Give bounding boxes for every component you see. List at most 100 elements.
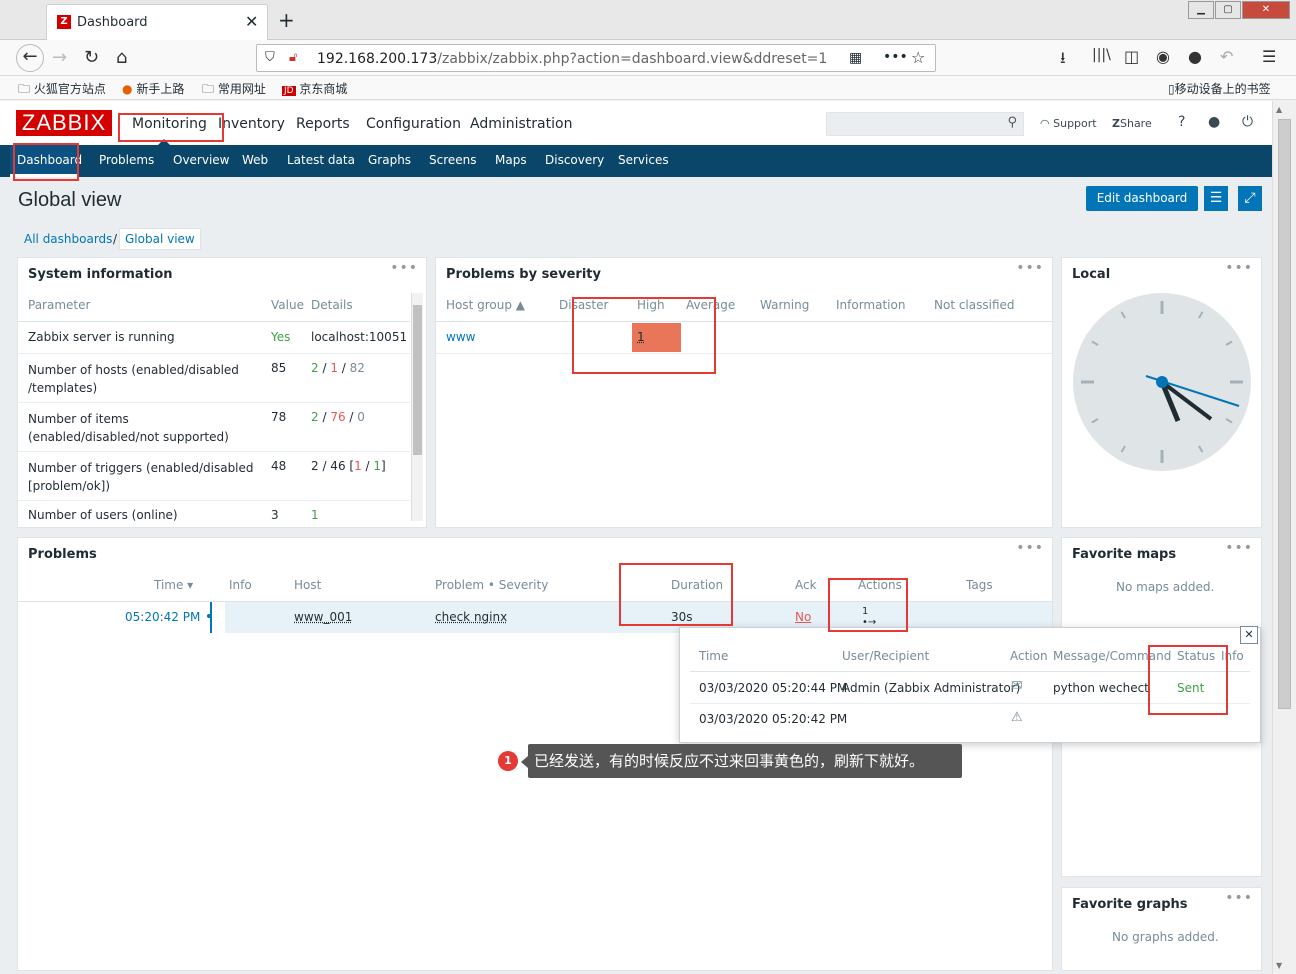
shield-icon: ⛉ (265, 50, 275, 65)
local-clock-widget: Local ••• (1061, 257, 1262, 528)
subnav-problems[interactable]: Problems (99, 153, 154, 167)
subnav-services[interactable]: Services (618, 153, 669, 167)
new-tab-icon[interactable]: + (278, 8, 295, 32)
col-time[interactable]: Time ▾ (154, 578, 193, 592)
scrollbar-thumb[interactable] (413, 305, 422, 455)
widget-menu-icon[interactable]: ••• (390, 260, 418, 276)
widget-title: Favorite graphs (1072, 897, 1188, 912)
qr-code-icon[interactable]: ▦ (849, 50, 862, 66)
widget-menu-icon[interactable]: ••• (1225, 890, 1253, 906)
download-icon[interactable]: ⭳ (1060, 47, 1066, 74)
col-not-classified: Not classified (934, 298, 1015, 312)
help-icon[interactable]: ? (1178, 114, 1185, 130)
share-z-icon: Z (1112, 117, 1120, 130)
widget-menu-icon[interactable]: ••• (1016, 540, 1044, 556)
share-link[interactable]: ZShare (1112, 117, 1152, 130)
table-row: Zabbix server is running (28, 330, 175, 344)
col-user-recipient: User/Recipient (842, 649, 930, 663)
logout-icon[interactable]: ⏻ (1242, 114, 1253, 130)
menu-administration[interactable]: Administration (470, 116, 572, 132)
window-controls: ▁ ▢ ✕ (1188, 1, 1292, 19)
breadcrumb-all-dashboards[interactable]: All dashboards (24, 232, 112, 246)
maximize-icon[interactable]: ▢ (1215, 1, 1241, 19)
value-cell: 48 (271, 459, 287, 473)
details-cell: 1 (311, 508, 319, 522)
star-icon[interactable]: ☆ (911, 48, 925, 67)
value-cell: Yes (271, 330, 291, 344)
undo-icon[interactable]: ↶ (1220, 47, 1233, 66)
scroll-down-icon[interactable]: ▼ (1276, 961, 1282, 970)
subnav-discovery[interactable]: Discovery (545, 153, 604, 167)
annotation-box-actions (828, 578, 908, 632)
account-icon[interactable]: ◉ (1156, 47, 1170, 66)
menu-inventory[interactable]: Inventory (218, 116, 285, 132)
table-row: Number of triggers (enabled/disabled [pr… (28, 461, 254, 493)
forward-icon[interactable]: → (52, 47, 67, 68)
menu-reports[interactable]: Reports (296, 116, 350, 132)
bookmark-item[interactable]: ● 新手上路 (122, 80, 184, 97)
menu-icon[interactable]: ☰ (1262, 47, 1276, 66)
scrollbar-thumb[interactable] (1278, 119, 1291, 709)
empty-message: No graphs added. (1112, 930, 1219, 944)
breadcrumb-global-view[interactable]: Global view (119, 228, 201, 250)
search-input[interactable]: ⚲ (826, 112, 1024, 136)
user-profile-icon[interactable]: ● (1208, 114, 1220, 130)
subnav-overview[interactable]: Overview (173, 153, 230, 167)
widget-menu-icon[interactable]: ••• (1225, 540, 1253, 556)
back-icon[interactable]: ← (16, 44, 44, 72)
bookmark-item[interactable]: 🗀︎ 常用网址 (202, 80, 266, 101)
close-tab-icon[interactable]: ✕ (245, 12, 258, 31)
bookmark-item[interactable]: 🗀︎ 火狐官方站点 (18, 80, 106, 101)
dashboard-menu-icon[interactable]: ☰ (1204, 186, 1228, 211)
favorite-graphs-widget: Favorite graphs ••• No graphs added. (1061, 887, 1262, 971)
subnav-screens[interactable]: Screens (429, 153, 477, 167)
library-icon[interactable]: |||\ (1092, 47, 1111, 63)
problem-created-icon: ⚠ (1011, 710, 1023, 725)
support-link[interactable]: ◠ Support (1040, 117, 1097, 130)
widget-scrollbar[interactable] (411, 293, 423, 521)
reload-icon[interactable]: ↻ (84, 47, 99, 68)
subnav-latest-data[interactable]: Latest data (287, 153, 355, 167)
more-icon[interactable]: ••• (883, 49, 908, 65)
page-scrollbar[interactable]: ▲ ▼ (1272, 101, 1296, 974)
details-cell: 2 / 1 / 82 (311, 361, 365, 375)
subnav-web[interactable]: Web (242, 153, 268, 167)
address-bar[interactable]: ⛉ 🔓︎ 192.168.200.173/zabbix/zabbix.php?a… (256, 44, 936, 72)
close-window-icon[interactable]: ✕ (1242, 1, 1290, 19)
mobile-bookmarks[interactable]: ▯移动设备上的书签 (1168, 80, 1271, 97)
search-icon[interactable]: ⚲ (1007, 115, 1017, 130)
problem-host-link[interactable]: www_001 (294, 610, 352, 624)
col-problem-severity: Problem • Severity (435, 578, 549, 592)
email-icon: ✉ (1011, 678, 1023, 694)
fullscreen-icon[interactable]: ⤢ (1238, 186, 1262, 211)
table-row: Number of items (enabled/disabled/not su… (28, 412, 229, 444)
widget-menu-icon[interactable]: ••• (1016, 260, 1044, 276)
browser-tab[interactable]: Z Dashboard ✕ (46, 4, 268, 40)
home-icon[interactable]: ⌂ (116, 47, 127, 68)
bookmark-item[interactable]: JD 京东商城 (282, 80, 347, 97)
subnav-maps[interactable]: Maps (495, 153, 527, 167)
menu-configuration[interactable]: Configuration (366, 116, 461, 132)
minimize-icon[interactable]: ▁ (1188, 1, 1214, 19)
value-cell: 3 (271, 508, 279, 522)
problem-time-link[interactable]: 05:20:42 PM (125, 610, 200, 624)
widget-menu-icon[interactable]: ••• (1225, 260, 1253, 276)
timeline-dot (207, 614, 211, 618)
host-group-link[interactable]: www (446, 330, 475, 344)
widget-title: Problems (28, 547, 97, 562)
zabbix-logo[interactable]: ZABBIX (16, 110, 112, 136)
edit-dashboard-button[interactable]: Edit dashboard (1086, 186, 1198, 211)
scroll-up-icon[interactable]: ▲ (1276, 105, 1282, 114)
subnav-graphs[interactable]: Graphs (368, 153, 411, 167)
url-path: /zabbix/zabbix.php?action=dashboard.view… (437, 51, 828, 67)
sidebar-icon[interactable]: ◫ (1124, 47, 1139, 66)
annotation-box-status (1148, 645, 1228, 715)
problem-name-link[interactable]: check nginx (435, 610, 507, 624)
chat-icon[interactable]: ● (1188, 47, 1202, 66)
ack-link[interactable]: No (795, 610, 811, 624)
close-icon[interactable]: ✕ (1240, 626, 1258, 644)
col-info: Info (229, 578, 252, 592)
url-host: 192.168.200.173 (317, 51, 438, 67)
insecure-lock-icon: 🔓︎ (289, 50, 298, 65)
col-host-group[interactable]: Host group ▲ (446, 298, 525, 312)
